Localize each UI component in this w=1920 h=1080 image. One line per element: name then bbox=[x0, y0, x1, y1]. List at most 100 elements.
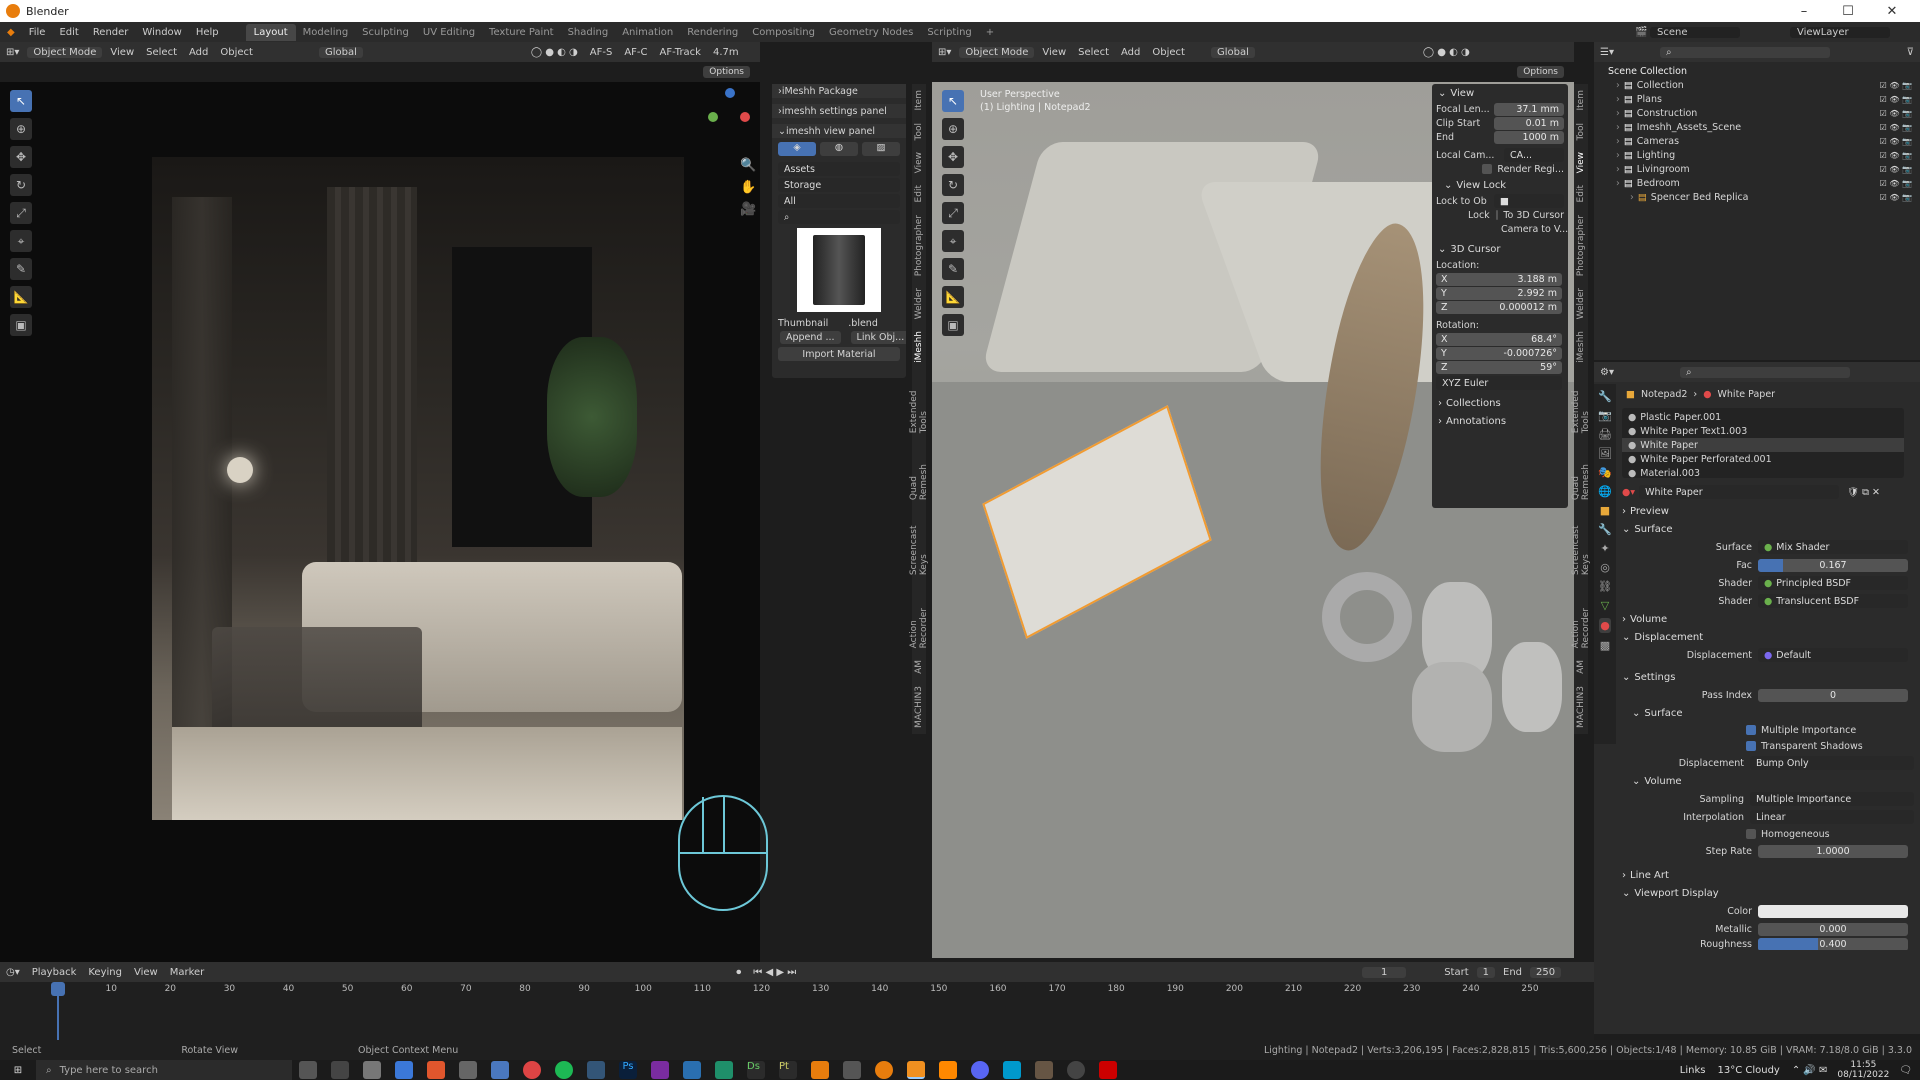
tab-view-r[interactable]: View bbox=[1576, 146, 1586, 179]
app-icon-3[interactable] bbox=[587, 1061, 605, 1079]
physics-tab-icon[interactable]: ◎ bbox=[1600, 561, 1610, 574]
tab-welder[interactable]: Welder bbox=[914, 282, 924, 325]
painter-icon[interactable]: Pt bbox=[779, 1061, 797, 1079]
transform-orientation-right[interactable]: Global bbox=[1210, 46, 1255, 58]
metallic-field[interactable]: 0.000 bbox=[1758, 922, 1908, 936]
menu-help[interactable]: Help bbox=[189, 27, 226, 38]
outliner-row[interactable]: › ▤ Imeshh_Assets_Scene ☑ 👁 📷 bbox=[1594, 120, 1920, 134]
annotations-header[interactable]: › Annotations bbox=[1432, 412, 1568, 430]
outliner-row[interactable]: › ▤ Collection ☑ 👁 📷 bbox=[1594, 78, 1920, 92]
tab-layout[interactable]: Layout bbox=[245, 23, 296, 41]
end-frame-field[interactable]: 250 bbox=[1530, 966, 1562, 978]
tab-item-r[interactable]: Item bbox=[1576, 84, 1586, 117]
data-tab-icon[interactable]: ▽ bbox=[1601, 599, 1609, 612]
view-menu[interactable]: View bbox=[104, 47, 140, 58]
preview-panel-header[interactable]: › Preview bbox=[1618, 502, 1918, 520]
select-menu-right[interactable]: Select bbox=[1072, 47, 1115, 58]
outliner-row[interactable]: › ▤ Lighting ☑ 👁 📷 bbox=[1594, 148, 1920, 162]
tab-photographer[interactable]: Photographer bbox=[914, 209, 924, 282]
blender-menu-icon[interactable]: ◆ bbox=[0, 27, 22, 38]
playback-controls-icon[interactable]: ⏮ ◀ ▶ ⏭ bbox=[747, 967, 802, 978]
transform-orientation[interactable]: Global bbox=[318, 46, 363, 58]
append-button[interactable]: Append ... bbox=[780, 330, 841, 344]
tab-quad-remesh[interactable]: Quad Remesh bbox=[909, 440, 929, 506]
fac-slider[interactable]: 0.167 bbox=[1758, 558, 1908, 572]
measure-tool-icon[interactable]: 📐 bbox=[10, 286, 32, 308]
shader2-dropdown[interactable]: ● Translucent BSDF bbox=[1758, 594, 1908, 608]
tab-edit-r[interactable]: Edit bbox=[1576, 179, 1586, 208]
tab-edit[interactable]: Edit bbox=[914, 179, 924, 208]
viewport-shading-icons-right[interactable]: ◯ ● ◐ ◑ bbox=[1417, 47, 1476, 58]
view-layer-tab-icon[interactable]: 🖼 bbox=[1598, 447, 1612, 460]
displacement-dropdown[interactable]: ● Default bbox=[1758, 648, 1908, 662]
local-camera-field[interactable]: CA... bbox=[1504, 148, 1564, 162]
tab-action-recorder-r[interactable]: Action Recorder bbox=[1571, 581, 1591, 654]
output-tab-icon[interactable]: 🖨 bbox=[1598, 428, 1612, 441]
material-tab-icon-active[interactable]: ● bbox=[1599, 618, 1611, 633]
material-slot[interactable]: ● White Paper bbox=[1622, 438, 1904, 452]
scene-collection-row[interactable]: Scene Collection bbox=[1594, 64, 1920, 78]
interpolation-dropdown[interactable]: Linear bbox=[1750, 810, 1914, 824]
visibility-toggles[interactable]: ☑ 👁 📷 bbox=[1880, 81, 1912, 90]
material-slot[interactable]: ● Plastic Paper.001 bbox=[1622, 410, 1904, 424]
constraints-tab-icon[interactable]: ⛓ bbox=[1598, 580, 1612, 593]
tab-action-recorder[interactable]: Action Recorder bbox=[909, 581, 929, 654]
scale-tool-icon-right[interactable]: ⤢ bbox=[942, 202, 964, 224]
tab-photographer-r[interactable]: Photographer bbox=[1576, 209, 1586, 282]
add-cube-tool-icon[interactable]: ▣ bbox=[10, 314, 32, 336]
tab-sculpting[interactable]: Sculpting bbox=[355, 27, 416, 38]
timeline-editor-icon[interactable]: ◷▾ bbox=[0, 967, 26, 978]
acrobat-icon[interactable] bbox=[1099, 1061, 1117, 1079]
tab-extended-tools[interactable]: Extended Tools bbox=[909, 369, 929, 439]
add-workspace-button[interactable]: + bbox=[979, 27, 1001, 38]
storage-dropdown[interactable]: Storage bbox=[778, 178, 900, 192]
add-menu-right[interactable]: Add bbox=[1115, 47, 1146, 58]
asset-search-icon[interactable]: ⌕ bbox=[778, 210, 900, 224]
af-track-button[interactable]: AF-Track bbox=[654, 47, 707, 58]
options-button[interactable]: Options bbox=[703, 66, 750, 78]
object-mode-dropdown-right[interactable]: Object Mode bbox=[959, 46, 1035, 58]
view-layer-selector[interactable]: ViewLayer bbox=[1790, 26, 1890, 38]
editor-type-icon[interactable]: ⊞▾ bbox=[932, 47, 957, 58]
add-menu[interactable]: Add bbox=[183, 47, 214, 58]
tab-compositing[interactable]: Compositing bbox=[745, 27, 822, 38]
notifications-icon[interactable]: 🗨 bbox=[1899, 1065, 1912, 1076]
annotate-tool-icon-right[interactable]: ✎ bbox=[942, 258, 964, 280]
tab-machin3-r[interactable]: MACHIN3 bbox=[1576, 680, 1586, 734]
cortana-icon[interactable] bbox=[299, 1061, 317, 1079]
spotify-icon[interactable] bbox=[555, 1061, 573, 1079]
app-icon-9[interactable] bbox=[1035, 1061, 1053, 1079]
clip-end-field[interactable]: 1000 m bbox=[1494, 130, 1564, 144]
tab-imeshh-r[interactable]: iMeshh bbox=[1576, 325, 1586, 369]
outliner-search-icon[interactable]: ⌕ bbox=[1659, 46, 1830, 58]
af-s-button[interactable]: AF-S bbox=[584, 47, 619, 58]
chrome-icon[interactable] bbox=[523, 1061, 541, 1079]
visibility-toggles[interactable]: ☑ 👁 📷 bbox=[1880, 193, 1912, 202]
viewport-shading-icons[interactable]: ◯ ● ◐ ◑ bbox=[525, 47, 584, 58]
render-tab-icon[interactable]: 📷 bbox=[1598, 409, 1612, 422]
properties-editor-icon[interactable]: ⚙▾ bbox=[1594, 367, 1620, 378]
af-c-button[interactable]: AF-C bbox=[618, 47, 653, 58]
material-name-field[interactable]: White Paper bbox=[1639, 485, 1840, 499]
multiple-importance-checkbox[interactable] bbox=[1746, 725, 1756, 735]
surface-subpanel-header[interactable]: ⌄ Surface bbox=[1618, 704, 1918, 722]
viewport-nav-icons[interactable]: 🔍 ✋ 🎥 bbox=[740, 155, 756, 221]
marker-menu[interactable]: Marker bbox=[164, 967, 211, 978]
focal-length-field[interactable]: 37.1 mm bbox=[1494, 102, 1564, 116]
tool-tab-icon[interactable]: 🔧 bbox=[1598, 390, 1612, 403]
menu-render[interactable]: Render bbox=[86, 27, 136, 38]
visibility-toggles[interactable]: ☑ 👁 📷 bbox=[1880, 151, 1912, 160]
tab-welder-r[interactable]: Welder bbox=[1576, 282, 1586, 325]
world-tab-icon[interactable]: 🌐 bbox=[1598, 485, 1612, 498]
imeshh-package-header[interactable]: › iMeshh Package bbox=[772, 84, 906, 98]
surface-shader-dropdown[interactable]: ● Mix Shader bbox=[1758, 540, 1908, 554]
select-tool-icon[interactable]: ↖ bbox=[10, 90, 32, 112]
app-icon-6[interactable] bbox=[811, 1061, 829, 1079]
app-icon-1[interactable] bbox=[427, 1061, 445, 1079]
view-section-header[interactable]: ⌄ View bbox=[1432, 84, 1568, 102]
windows-store-icon[interactable] bbox=[395, 1061, 413, 1079]
sampling-dropdown[interactable]: Multiple Importance bbox=[1750, 792, 1914, 806]
keying-menu[interactable]: Keying bbox=[82, 967, 128, 978]
visibility-toggles[interactable]: ☑ 👁 📷 bbox=[1880, 95, 1912, 104]
app-icon-2[interactable] bbox=[459, 1061, 477, 1079]
